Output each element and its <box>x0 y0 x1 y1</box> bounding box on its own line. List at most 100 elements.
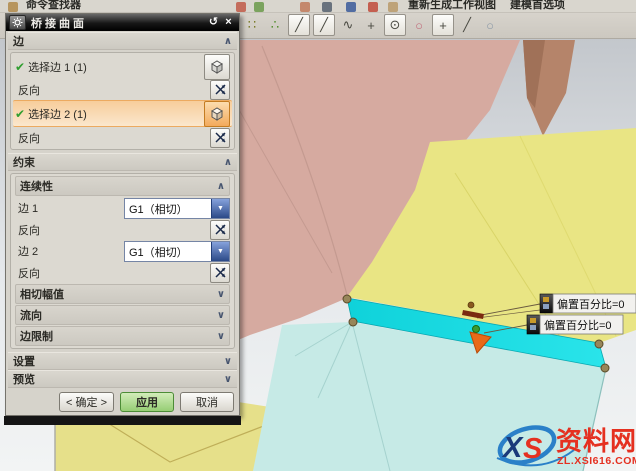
preview-label: 预览 <box>13 371 35 387</box>
line-tool2-icon[interactable]: ╱ <box>313 14 335 36</box>
watermark-url: ZL.XSI616.COM <box>557 455 636 467</box>
cube-icon <box>209 106 225 122</box>
toolbar-icon-partial[interactable] <box>300 2 310 12</box>
swap-direction-icon <box>214 131 227 144</box>
menu-row: 命令查找器 重新生成工作视图 建模首选项 <box>0 0 636 13</box>
section-edge-label: 边 <box>13 33 24 49</box>
apply-button[interactable]: 应用 <box>120 392 174 412</box>
reverse-1-label: 反向 <box>18 82 40 98</box>
toolbar-icon-partial[interactable] <box>254 2 264 12</box>
chevron-down-icon: ∨ <box>224 374 232 385</box>
offset-label-1: 偏置百分比=0 <box>557 297 625 311</box>
ok-button[interactable]: < 确定 > <box>59 392 114 412</box>
dialog-title-bar[interactable]: 桥接曲面 ↺ × <box>6 14 239 31</box>
section-constraints[interactable]: 约束 ∧ <box>8 153 237 171</box>
dialog-close-icon[interactable]: × <box>221 16 236 29</box>
section-edge[interactable]: 边 ∧ <box>8 32 237 50</box>
dialog-menu-icon[interactable] <box>9 15 26 30</box>
chevron-down-icon[interactable]: ▼ <box>211 242 229 261</box>
section-settings[interactable]: 设置 ∨ <box>8 352 237 370</box>
offset-label-2: 偏置百分比=0 <box>544 318 612 332</box>
regenerate-work-view-item[interactable]: 重新生成工作视图 <box>408 0 496 11</box>
line-slash-icon[interactable]: ╱ <box>457 15 477 35</box>
edge-point[interactable] <box>343 295 351 303</box>
toolbar-icon-partial[interactable] <box>236 2 246 12</box>
datum-axis-icon[interactable]: + <box>361 15 381 35</box>
check-icon: ✔ <box>15 107 25 121</box>
select-edge-2-row[interactable]: ✔ 选择边 2 (1) <box>13 100 232 127</box>
reverse-2-row: 反向 <box>13 127 232 148</box>
point-cluster-icon[interactable]: ∴ <box>265 15 285 35</box>
select-edge-1-label: 选择边 1 (1) <box>28 59 87 75</box>
edge2-continuity-select[interactable]: G1（相切） ▼ <box>124 241 230 262</box>
select-edge-2-button[interactable] <box>204 101 230 127</box>
settings-label: 设置 <box>13 353 35 369</box>
edge-limit-header[interactable]: 边限制 ∨ <box>15 326 230 346</box>
chevron-down-icon[interactable]: ▼ <box>211 199 229 218</box>
dialog-reset-icon[interactable]: ↺ <box>206 16 221 29</box>
cancel-button[interactable]: 取消 <box>180 392 234 412</box>
edge-point[interactable] <box>601 364 609 372</box>
toolbar-icon-partial[interactable] <box>322 2 332 12</box>
select-edge-1-button[interactable] <box>204 54 230 80</box>
snap-points-icon[interactable]: ∷ <box>242 15 262 35</box>
chevron-down-icon: ∨ <box>217 289 225 300</box>
handle-sphere[interactable] <box>473 326 480 333</box>
circle-center-icon[interactable]: ⊙ <box>384 14 406 36</box>
command-finder-label[interactable]: 命令查找器 <box>26 0 81 12</box>
handle-point[interactable] <box>468 302 474 308</box>
ellipse-tool-icon[interactable]: ○ <box>409 15 429 35</box>
reverse-4-label: 反向 <box>18 265 40 281</box>
edge2-continuity-row: 边 2 G1（相切） ▼ <box>13 240 232 262</box>
gear-icon <box>12 17 23 28</box>
toolbar-icon-partial[interactable] <box>346 2 356 12</box>
check-icon: ✔ <box>15 60 25 74</box>
flow-direction-header[interactable]: 流向 ∨ <box>15 305 230 325</box>
flow-direction-label: 流向 <box>20 307 42 323</box>
reverse-2-label: 反向 <box>18 130 40 146</box>
section-constraints-label: 约束 <box>13 154 35 170</box>
section-preview[interactable]: 预览 ∨ <box>8 370 237 388</box>
edge1-continuity-select[interactable]: G1（相切） ▼ <box>124 198 230 219</box>
edge2-label: 边 2 <box>18 243 38 259</box>
reverse-3-button[interactable] <box>210 220 230 240</box>
watermark-name: 资料网 <box>556 426 636 456</box>
toolbar-icon-partial[interactable] <box>388 2 398 12</box>
dialog-body: 边 ∧ ✔ 选择边 1 (1) 反向 <box>6 31 239 413</box>
offset-callout-1[interactable]: 偏置百分比=0 <box>540 294 636 313</box>
reverse-3-label: 反向 <box>18 222 40 238</box>
edge2-continuity-value: G1（相切） <box>125 242 211 261</box>
cube-icon <box>209 59 225 75</box>
reverse-2-button[interactable] <box>210 128 230 148</box>
reverse-3-row: 反向 <box>13 219 232 240</box>
reverse-4-button[interactable] <box>210 263 230 283</box>
line-tool-icon[interactable]: ╱ <box>288 14 310 36</box>
edge-limit-label: 边限制 <box>20 328 53 344</box>
continuity-label: 连续性 <box>20 178 53 194</box>
constraints-group: 连续性 ∧ 边 1 G1（相切） ▼ 反向 <box>10 173 235 349</box>
swap-direction-icon <box>214 83 227 96</box>
point-plus-icon[interactable]: + <box>432 14 454 36</box>
finder-icon[interactable] <box>8 2 18 12</box>
bridge-surface-dialog: 桥接曲面 ↺ × 边 ∧ ✔ 选择边 1 (1) <box>5 13 240 416</box>
reverse-1-button[interactable] <box>210 80 230 100</box>
reverse-4-row: 反向 <box>13 262 232 283</box>
note-tool-icon[interactable]: ○ <box>480 15 500 35</box>
modeling-preferences-item[interactable]: 建模首选项 <box>510 0 565 11</box>
continuity-header[interactable]: 连续性 ∧ <box>15 176 230 196</box>
edge1-continuity-row: 边 1 G1（相切） ▼ <box>13 197 232 219</box>
reverse-1-row: 反向 <box>13 79 232 100</box>
tangent-magnitude-label: 相切幅值 <box>20 286 64 302</box>
watermark-logo-x: X <box>501 432 524 464</box>
select-edge-2-label: 选择边 2 (1) <box>28 106 87 122</box>
edge-point[interactable] <box>349 318 357 326</box>
nx-application-window: 命令查找器 重新生成工作视图 建模首选项 ∷ ∴ ╱ ╱ ∿ + ⊙ ○ + ╱ <box>0 0 636 471</box>
edge-point[interactable] <box>595 340 603 348</box>
select-edge-1-row[interactable]: ✔ 选择边 1 (1) <box>13 54 232 79</box>
edge-selection-group: ✔ 选择边 1 (1) 反向 <box>10 52 235 150</box>
spline-tool-icon[interactable]: ∿ <box>338 15 358 35</box>
tangent-magnitude-header[interactable]: 相切幅值 ∨ <box>15 284 230 304</box>
toolbar-icon-partial[interactable] <box>368 2 378 12</box>
offset-callout-2[interactable]: 偏置百分比=0 <box>527 315 623 334</box>
chevron-down-icon: ∨ <box>217 331 225 342</box>
